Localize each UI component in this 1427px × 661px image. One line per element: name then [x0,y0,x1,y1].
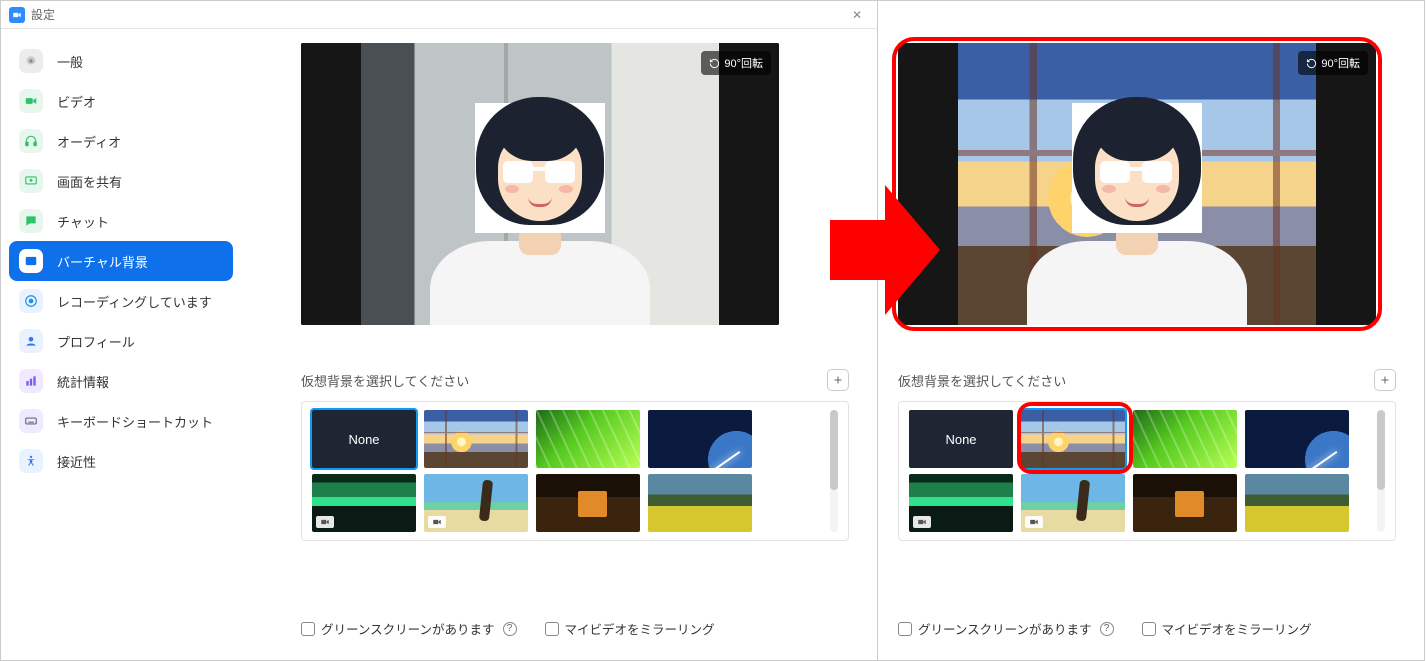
sidebar-item-label: 画面を共有 [57,172,122,191]
green-screen-checkbox[interactable]: グリーンスクリーンがあります? [301,619,517,638]
thumbnails-scrollbar[interactable] [830,410,838,532]
preview-scene-room [361,43,719,325]
help-icon[interactable]: ? [1100,622,1114,636]
video-icon [19,89,43,113]
bg-thumb-none[interactable]: None [909,410,1013,468]
bg-thumb-none[interactable]: None [312,410,416,468]
video-badge-icon [913,516,931,528]
bg-thumb-cabin-night[interactable] [1133,474,1237,532]
sidebar-item-3[interactable]: 画面を共有 [9,161,233,201]
sidebar-item-label: オーディオ [57,132,121,151]
settings-window-before: 設定 ✕ 一般ビデオオーディオ画面を共有チャットバーチャル背景レコーディングして… [0,0,878,661]
bg-thumb-cabin-night[interactable] [536,474,640,532]
window-title: 設定 [31,6,55,23]
sidebar-item-label: レコーディングしています [57,292,212,311]
bg-thumb-flower-field[interactable] [1245,474,1349,532]
bg-thumb-flower-field[interactable] [648,474,752,532]
sidebar-item-label: 統計情報 [57,372,109,391]
green-screen-checkbox[interactable]: グリーンスクリーンがあります? [898,619,1114,638]
close-button[interactable]: ✕ [845,8,869,22]
record-icon [19,289,43,313]
stats-icon [19,369,43,393]
profile-icon [19,329,43,353]
sidebar-item-label: プロフィール [57,332,135,351]
bg-thumb-earth-from-space[interactable] [1245,410,1349,468]
titlebar: 設定 ✕ [1,1,877,29]
rotate-90-button[interactable]: 90°回転 [701,51,771,75]
sidebar-item-9[interactable]: キーボードショートカット [9,401,233,441]
choose-background-label: 仮想背景を選択してください [301,371,827,390]
gear-icon [19,49,43,73]
settings-sidebar: 一般ビデオオーディオ画面を共有チャットバーチャル背景レコーディングしていますプロ… [1,29,241,660]
sidebar-item-label: 接近性 [57,452,96,471]
chat-icon [19,209,43,233]
background-thumbnails: None [301,401,849,541]
comparison-arrow [830,175,940,325]
bg-thumb-beach[interactable] [1021,474,1125,532]
choose-background-label: 仮想背景を選択してください [898,371,1374,390]
none-label: None [909,410,1013,468]
sidebar-item-8[interactable]: 統計情報 [9,361,233,401]
app-icon [9,7,25,23]
settings-window-after: 90°回転 仮想背景を選択してください None [878,0,1425,661]
sidebar-item-label: バーチャル背景 [57,252,148,271]
video-preview: 90°回転 [301,43,779,325]
sidebar-item-label: キーボードショートカット [57,412,213,431]
bg-thumb-aurora[interactable] [909,474,1013,532]
background-thumbnails: None [898,401,1396,541]
bg-thumb-aurora[interactable] [312,474,416,532]
video-preview-after: 90°回転 [898,43,1376,325]
mirror-video-checkbox[interactable]: マイビデオをミラーリング [545,619,715,638]
video-badge-icon [428,516,446,528]
video-badge-icon [1025,516,1043,528]
sidebar-item-label: 一般 [57,52,83,71]
sidebar-item-0[interactable]: 一般 [9,41,233,81]
avatar-person [430,99,650,325]
accessibility-icon [19,449,43,473]
mirror-video-checkbox[interactable]: マイビデオをミラーリング [1142,619,1312,638]
main-pane-after: 90°回転 仮想背景を選択してください None [878,29,1424,660]
bg-thumb-grass[interactable] [1133,410,1237,468]
none-label: None [312,410,416,468]
avatar-person [1027,99,1247,325]
sidebar-item-10[interactable]: 接近性 [9,441,233,481]
keyboard-icon [19,409,43,433]
bg-thumb-golden-gate-sunset[interactable] [424,410,528,468]
thumbnails-scrollbar[interactable] [1377,410,1385,532]
preview-scene-bridge [958,43,1316,325]
add-background-button[interactable] [827,369,849,391]
virtual-bg-icon [19,249,43,273]
rotate-90-button[interactable]: 90°回転 [1298,51,1368,75]
sidebar-item-6[interactable]: レコーディングしています [9,281,233,321]
add-background-button[interactable] [1374,369,1396,391]
bg-thumb-grass[interactable] [536,410,640,468]
sidebar-item-1[interactable]: ビデオ [9,81,233,121]
sidebar-item-label: ビデオ [57,92,96,111]
headphones-icon [19,129,43,153]
main-pane: 90°回転 仮想背景を選択してください None グリーンス [241,29,877,660]
sidebar-item-4[interactable]: チャット [9,201,233,241]
sidebar-item-2[interactable]: オーディオ [9,121,233,161]
bg-thumb-beach[interactable] [424,474,528,532]
share-screen-icon [19,169,43,193]
sidebar-item-5[interactable]: バーチャル背景 [9,241,233,281]
bg-thumb-golden-gate-sunset[interactable] [1021,410,1125,468]
bg-thumb-earth-from-space[interactable] [648,410,752,468]
help-icon[interactable]: ? [503,622,517,636]
sidebar-item-7[interactable]: プロフィール [9,321,233,361]
sidebar-item-label: チャット [57,212,109,231]
video-badge-icon [316,516,334,528]
